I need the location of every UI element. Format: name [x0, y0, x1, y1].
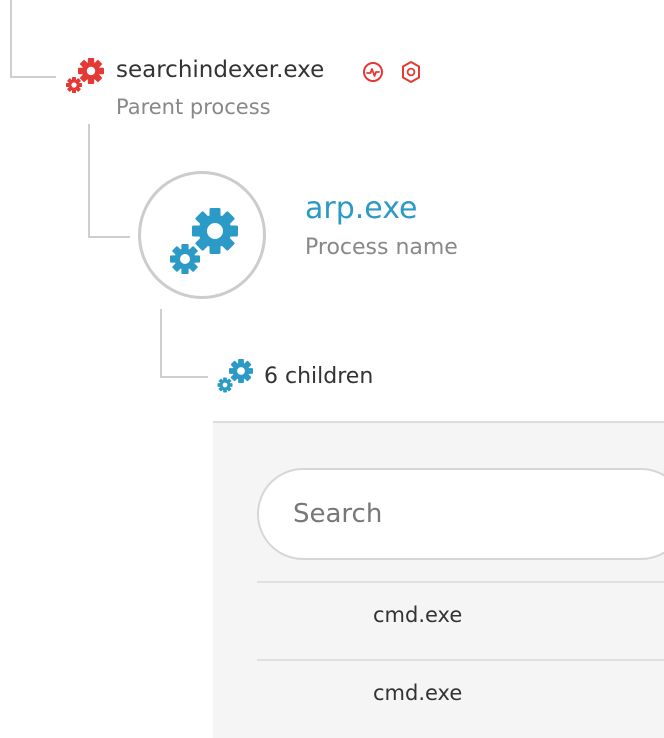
process-caption: Process name — [305, 235, 458, 260]
list-item[interactable]: cmd.exe — [257, 581, 664, 659]
shield-icon[interactable] — [400, 60, 422, 84]
process-gears-icon — [166, 204, 242, 276]
tree-connector-top — [10, 0, 56, 78]
child-process-name: cmd.exe — [373, 603, 463, 627]
children-panel: cmd.exe cmd.exe — [213, 421, 664, 738]
search-input[interactable] — [257, 468, 664, 560]
list-item[interactable]: cmd.exe — [257, 659, 664, 737]
activity-icon[interactable] — [362, 61, 384, 83]
parent-process-name[interactable]: searchindexer.exe — [116, 57, 324, 83]
child-process-name: cmd.exe — [373, 681, 463, 705]
parent-gears-icon — [64, 56, 106, 96]
parent-process-caption: Parent process — [116, 95, 271, 119]
tree-connector-parent — [88, 124, 130, 238]
process-name[interactable]: arp.exe — [305, 191, 418, 226]
children-gears-icon — [216, 358, 254, 394]
children-toggle[interactable]: 6 children — [264, 364, 373, 389]
process-tree: searchindexer.exe Parent process arp.exe… — [0, 0, 664, 738]
tree-connector-children — [160, 309, 208, 378]
